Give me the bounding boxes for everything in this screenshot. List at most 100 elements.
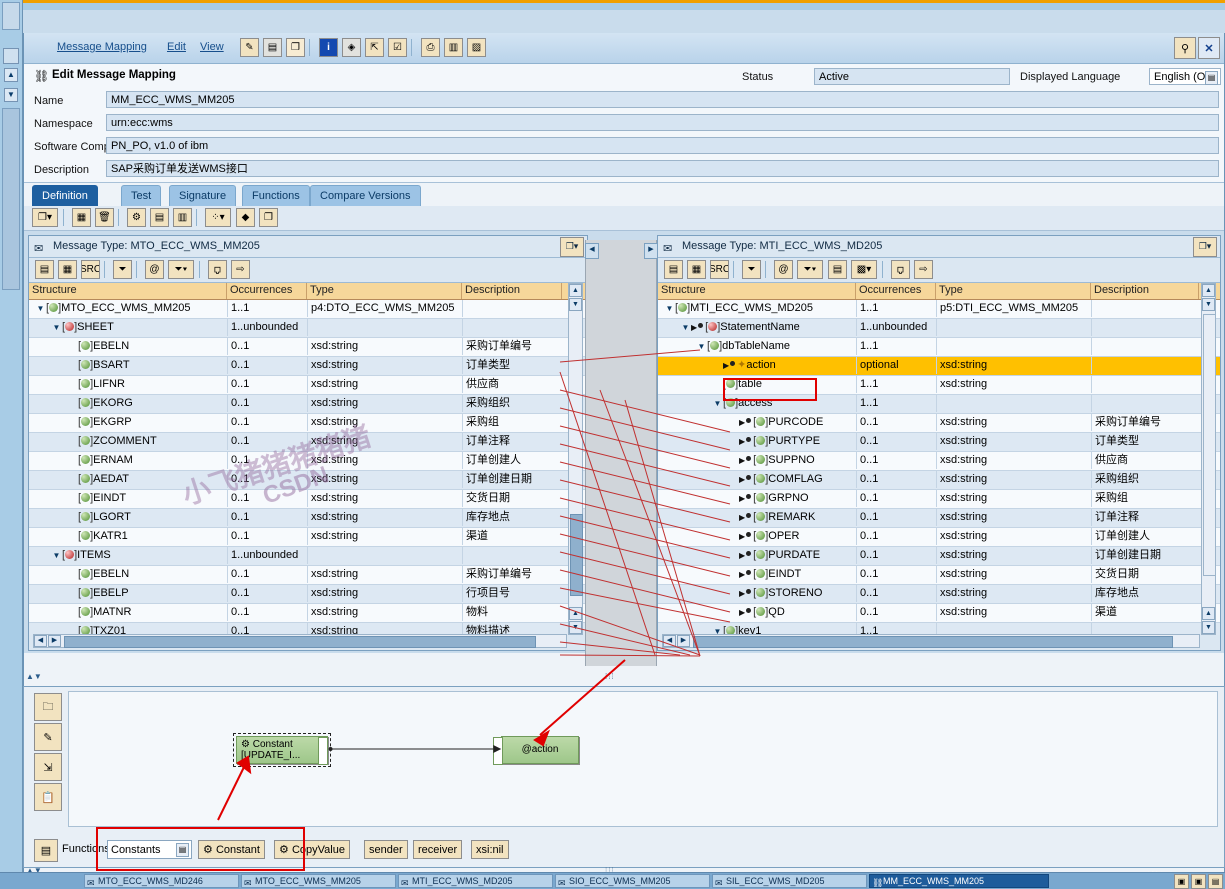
edit-icon[interactable]: ✎	[34, 723, 62, 751]
table-row[interactable]: ▶[]OPER 0..1 xsd:string 订单创建人	[658, 528, 1220, 547]
table-row[interactable]: ▶[]STORENO 0..1 xsd:string 库存地点	[658, 585, 1220, 604]
export-icon-2[interactable]: ⇨	[914, 260, 933, 279]
table-row[interactable]: ▼[]MTO_ECC_WMS_MM205 1..1 p4:DTO_ECC_WMS_M…	[29, 300, 587, 319]
export-dropdown-icon[interactable]: ▩▾	[851, 260, 877, 279]
filter-down-icon[interactable]: ⏷	[113, 260, 132, 279]
functions-doc-icon[interactable]: ▤	[34, 839, 58, 862]
tree-expander-icon[interactable]: ▼	[51, 319, 62, 336]
target-hscroll-left[interactable]: ◀	[663, 635, 676, 647]
table-row[interactable]: ▶ ✦action optional xsd:string	[658, 357, 1220, 376]
tab-compare-versions[interactable]: Compare Versions	[310, 185, 421, 206]
taskbar-item-2[interactable]: ✉ MTI_ECC_WMS_MD205	[398, 874, 553, 888]
source-structure-grid[interactable]: Structure Occurrences Type Description ▼[]MT…	[29, 283, 587, 635]
table-icon[interactable]: ▥	[173, 208, 192, 227]
description-field[interactable]: SAP采购订单发送WMS接口	[106, 160, 1219, 177]
source-icon[interactable]: SRC	[81, 260, 100, 279]
column-header-type[interactable]: Type	[936, 283, 1091, 299]
table-row[interactable]: ▼ ▶[]StatementName 1..unbounded	[658, 319, 1220, 338]
column-header-type[interactable]: Type	[307, 283, 462, 299]
target-scroll-down[interactable]: ▼	[1202, 298, 1215, 311]
table-row[interactable]: ▶[]PURTYPE 0..1 xsd:string 订单类型	[658, 433, 1220, 452]
find-icon[interactable]: 🜷	[208, 260, 227, 279]
table-row[interactable]: ▶[]GRPNO 0..1 xsd:string 采购组	[658, 490, 1220, 509]
column-header-occurrences[interactable]: Occurrences	[227, 283, 307, 299]
grid-icon-2[interactable]: ▦	[687, 260, 706, 279]
column-header-structure[interactable]: Structure	[29, 283, 227, 299]
tree-expander-icon[interactable]: ▼	[51, 547, 62, 564]
source-hscroll-right[interactable]: ▶	[48, 635, 61, 647]
table-row[interactable]: []KATR1 0..1 xsd:string 渠道	[29, 528, 587, 547]
constant-node-output-port[interactable]	[318, 737, 328, 765]
table-row[interactable]: ▼[]MTI_ECC_WMS_MD205 1..1 p5:DTI_ECC_WMS_M…	[658, 300, 1220, 319]
print-icon[interactable]: ⎙	[421, 38, 440, 57]
book-icon[interactable]: ▥	[444, 38, 463, 57]
taskbar-item-1[interactable]: ✉ MTO_ECC_WMS_MM205	[241, 874, 396, 888]
target-horizontal-scrollbar[interactable]: ◀ ▶	[662, 634, 1200, 648]
where-used-icon[interactable]: ⇱	[365, 38, 384, 57]
tab-test[interactable]: Test	[121, 185, 162, 206]
tree-expander-icon[interactable]: ▼	[664, 300, 675, 317]
midcol-collapse-right[interactable]: ▶	[644, 243, 658, 259]
doc-icon[interactable]: ▨	[467, 38, 486, 57]
action-target-node[interactable]: @action	[493, 736, 579, 765]
column-header-description[interactable]: Description	[1091, 283, 1199, 299]
delete-icon[interactable]: 🗑	[95, 208, 114, 227]
target-hscroll-thumb[interactable]	[693, 636, 1173, 648]
column-header-occurrences[interactable]: Occurrences	[856, 283, 936, 299]
close-icon[interactable]: ✕	[1198, 37, 1220, 59]
tree-expander-icon[interactable]: ▼	[696, 338, 707, 355]
column-header-description[interactable]: Description	[462, 283, 562, 299]
taskbar-item-5[interactable]: ⛓ MM_ECC_WMS_MM205	[869, 874, 1049, 888]
target-restore-button[interactable]: ❐▾	[1193, 237, 1217, 257]
tree-expander-icon[interactable]: ▼	[712, 395, 723, 412]
function-button-receiver[interactable]: receiver	[413, 840, 463, 859]
source-scroll-up[interactable]: ▲	[569, 284, 582, 297]
table-row[interactable]: []ERNAM 0..1 xsd:string 订单创建人	[29, 452, 587, 471]
table-row[interactable]: ▶[]EINDT 0..1 xsd:string 交货日期	[658, 566, 1220, 585]
table-row[interactable]: []EINDT 0..1 xsd:string 交货日期	[29, 490, 587, 509]
tree-expander-icon[interactable]: ▼	[35, 300, 46, 317]
rail-scroll-down-arrow[interactable]: ▼	[4, 88, 18, 102]
mapping-canvas[interactable]: ⚙ Constant [UPDATE_I... @action	[68, 691, 1218, 827]
table-row[interactable]: ▶[]PURDATE 0..1 xsd:string 订单创建日期	[658, 547, 1220, 566]
table-row[interactable]: []AEDAT 0..1 xsd:string 订单创建日期	[29, 471, 587, 490]
new-dropdown-icon[interactable]: ❐▾	[32, 208, 58, 227]
copy-icon-2[interactable]: ❐	[259, 208, 278, 227]
table-row[interactable]: []LGORT 0..1 xsd:string 库存地点	[29, 509, 587, 528]
export-icon[interactable]: ⇨	[231, 260, 250, 279]
function-button-xsinil[interactable]: xsi:nil	[471, 840, 509, 859]
tray-app-icon-3[interactable]: ▤	[1208, 874, 1223, 889]
doc-icon-3[interactable]: ▤	[828, 260, 847, 279]
table-row[interactable]: ▼[]ITEMS 1..unbounded	[29, 547, 587, 566]
source-vertical-scrollbar[interactable]: ▲ ▼ ▲ ▼	[568, 283, 583, 635]
paste-icon[interactable]: 📋	[34, 783, 62, 811]
target-scroll-down-2[interactable]: ▼	[1202, 621, 1215, 634]
info-icon[interactable]: i	[319, 38, 338, 57]
source-hscroll-left[interactable]: ◀	[34, 635, 47, 647]
save-icon[interactable]: ▤	[263, 38, 282, 57]
target-scroll-thumb[interactable]	[1203, 314, 1216, 576]
namespace-field[interactable]: urn:ecc:wms	[106, 114, 1219, 131]
tab-definition[interactable]: Definition	[32, 185, 98, 206]
table-row[interactable]: []EKORG 0..1 xsd:string 采购组织	[29, 395, 587, 414]
source-hscroll-thumb[interactable]	[64, 636, 536, 648]
tray-app-icon-1[interactable]: ▣	[1174, 874, 1189, 889]
pin-icon[interactable]: ⚲	[1174, 37, 1196, 59]
table-row[interactable]: []EKGRP 0..1 xsd:string 采购组	[29, 414, 587, 433]
table-row[interactable]: []EBELN 0..1 xsd:string 采购订单编号	[29, 566, 587, 585]
source-horizontal-scrollbar[interactable]: ◀ ▶	[33, 634, 567, 648]
target-scroll-up-2[interactable]: ▲	[1202, 607, 1215, 620]
target-vertical-scrollbar[interactable]: ▲ ▼ ▲ ▼	[1201, 283, 1216, 635]
source-icon-2[interactable]: SRC	[710, 260, 729, 279]
midcol-collapse-left[interactable]: ◀	[585, 243, 599, 259]
taskbar-item-0[interactable]: ✉ MTO_ECC_WMS_MD246	[84, 874, 239, 888]
copy-icon[interactable]: ❐	[286, 38, 305, 57]
filter-icon-2[interactable]: ⏷▾	[797, 260, 823, 279]
create-icon[interactable]: 🗀	[34, 693, 62, 721]
splitter-handle-top[interactable]: ⁞⁞⁞	[605, 672, 615, 681]
constant-function-node[interactable]: ⚙ Constant [UPDATE_I...	[233, 733, 331, 767]
scv-field[interactable]: PN_PO, v1.0 of ibm	[106, 137, 1219, 154]
history-icon[interactable]: ◈	[342, 38, 361, 57]
check-icon[interactable]: ☑	[388, 38, 407, 57]
dropdown-icon[interactable]: ▤	[1205, 71, 1218, 85]
